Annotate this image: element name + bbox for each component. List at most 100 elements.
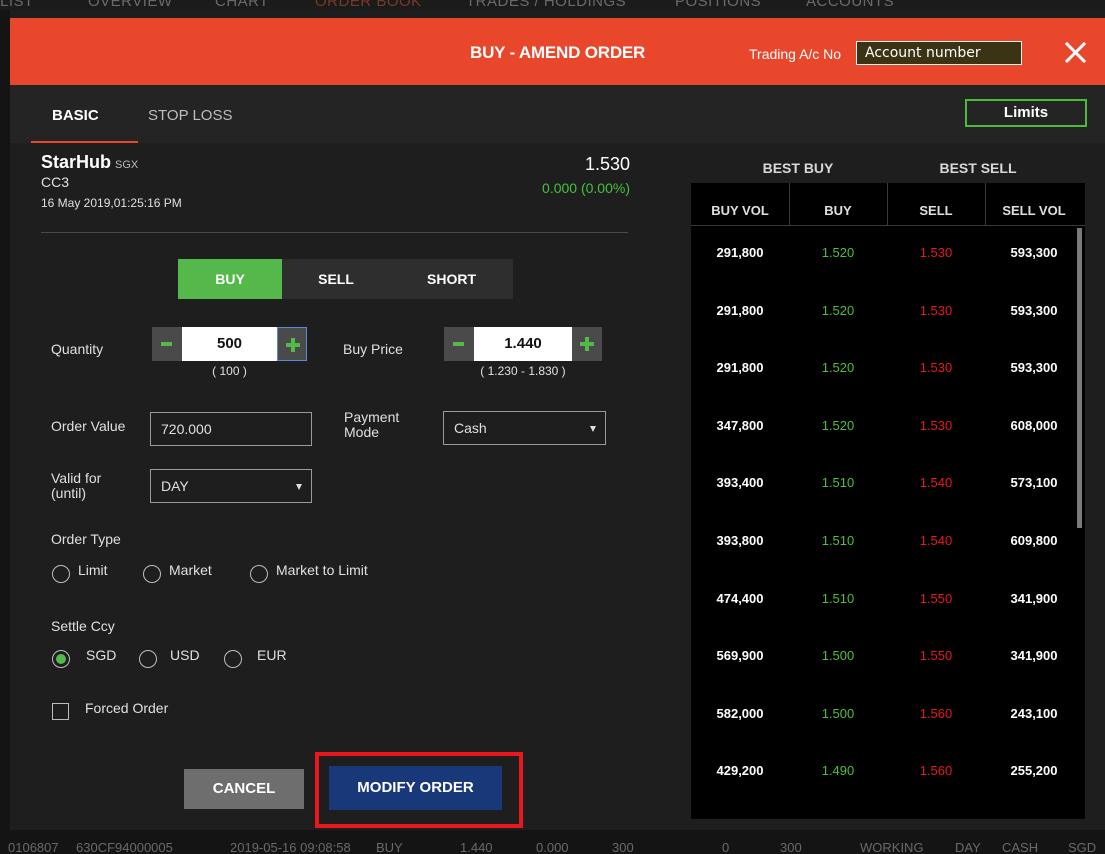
order-book-cell-sell[interactable]: 1.540 [887, 533, 985, 548]
bg-tab-positions[interactable]: POSITIONS [675, 0, 761, 10]
order-book-cell-buy-vol[interactable]: 582,000 [691, 706, 789, 721]
tab-stop-loss[interactable]: STOP LOSS [148, 107, 233, 124]
cancel-button[interactable]: CANCEL [184, 769, 304, 809]
background-left-strip [0, 10, 10, 830]
bg-tab-chart[interactable]: CHART [215, 0, 269, 10]
quantity-input[interactable]: 500 [182, 327, 277, 361]
order-book-cell-buy-vol[interactable]: 347,800 [691, 418, 789, 433]
side-sell-button[interactable]: SELL [282, 259, 390, 299]
payment-mode-select[interactable]: Cash [443, 411, 606, 445]
bg-cell: 300 [612, 840, 634, 854]
tab-basic[interactable]: BASIC [52, 107, 99, 124]
settle-ccy-usd-radio[interactable] [139, 650, 157, 668]
order-book-cell-sell-vol[interactable]: 593,300 [985, 360, 1083, 375]
order-book-cell-buy-vol[interactable]: 429,200 [691, 763, 789, 778]
buy-price-input[interactable]: 1.440 [474, 327, 572, 361]
order-book-cell-sell[interactable]: 1.560 [887, 706, 985, 721]
order-book-cell-buy-vol[interactable]: 291,800 [691, 245, 789, 260]
order-book-cell-buy[interactable]: 1.520 [789, 245, 887, 260]
quantity-decrement-button[interactable] [152, 327, 182, 361]
price-change: 0.000 (0.00%) [542, 180, 630, 196]
settle-ccy-eur-label[interactable]: EUR [257, 648, 287, 663]
order-book-cell-buy[interactable]: 1.500 [789, 648, 887, 663]
background-order-row: 0106807 630CF94000005 2019-05-16 09:08:5… [0, 830, 1105, 854]
order-book-cell-sell-vol[interactable]: 255,200 [985, 763, 1083, 778]
order-book-cell-sell[interactable]: 1.540 [887, 475, 985, 490]
forced-order-checkbox[interactable] [52, 703, 69, 720]
order-book-cell-buy-vol[interactable]: 474,400 [691, 591, 789, 606]
header-divider [691, 225, 1085, 226]
order-book-cell-sell-vol[interactable]: 243,100 [985, 706, 1083, 721]
settle-ccy-eur-radio[interactable] [224, 650, 242, 668]
order-book-cell-sell-vol[interactable]: 341,900 [985, 591, 1083, 606]
col-buy: BUY [824, 203, 852, 218]
bg-cell: BUY [376, 840, 403, 854]
settle-ccy-sgd-radio[interactable] [52, 650, 70, 668]
order-book-cell-buy-vol[interactable]: 291,800 [691, 360, 789, 375]
trading-account-field[interactable]: Account number [856, 41, 1022, 65]
minus-icon [161, 342, 172, 346]
order-book-cell-buy[interactable]: 1.520 [789, 418, 887, 433]
settle-ccy-usd-label[interactable]: USD [170, 648, 200, 663]
bg-tab-order-book[interactable]: ORDER BOOK [315, 0, 422, 10]
order-book-cell-buy[interactable]: 1.490 [789, 763, 887, 778]
settle-ccy-sgd-label[interactable]: SGD [86, 648, 116, 663]
order-book-cell-sell-vol[interactable]: 593,300 [985, 303, 1083, 318]
order-book-cell-sell[interactable]: 1.530 [887, 360, 985, 375]
order-type-market-to-limit-radio[interactable] [250, 565, 268, 583]
order-book-cell-sell[interactable]: 1.560 [887, 763, 985, 778]
bg-tab-accounts[interactable]: ACCOUNTS [806, 0, 894, 10]
order-book-cell-buy[interactable]: 1.510 [789, 475, 887, 490]
order-book-cell-sell-vol[interactable]: 608,000 [985, 418, 1083, 433]
dialog-title-bar: BUY - AMEND ORDER Trading A/c No Account… [10, 18, 1105, 85]
limits-button[interactable]: Limits [965, 99, 1087, 127]
order-book-cell-sell-vol[interactable]: 341,900 [985, 648, 1083, 663]
order-type-market-radio[interactable] [143, 565, 161, 583]
dialog-title: BUY - AMEND ORDER [470, 43, 646, 62]
price-range-hint: ( 1.230 - 1.830 ) [480, 364, 566, 378]
order-book-cell-buy-vol[interactable]: 291,800 [691, 303, 789, 318]
bg-cell: 300 [780, 840, 802, 854]
order-type-market-label[interactable]: Market [169, 563, 212, 578]
order-book-cell-sell-vol[interactable]: 609,800 [985, 533, 1083, 548]
order-book-cell-buy[interactable]: 1.520 [789, 360, 887, 375]
price-decrement-button[interactable] [444, 327, 474, 361]
order-value-field[interactable]: 720.000 [150, 412, 312, 446]
bg-cell: 2019-05-16 09:08:58 [230, 840, 351, 854]
order-book-cell-buy-vol[interactable]: 393,400 [691, 475, 789, 490]
order-book-scrollbar[interactable] [1077, 228, 1082, 528]
order-book-cell-sell[interactable]: 1.550 [887, 591, 985, 606]
bg-cell: WORKING [860, 840, 924, 854]
buy-price-label: Buy Price [343, 341, 403, 357]
column-separator [789, 183, 790, 225]
bg-tab-trades-holdings[interactable]: TRADES / HOLDINGS [466, 0, 626, 10]
side-buy-button[interactable]: BUY [178, 259, 282, 299]
close-icon[interactable] [1060, 38, 1090, 68]
order-book-cell-sell[interactable]: 1.530 [887, 303, 985, 318]
quantity-increment-button[interactable] [277, 327, 307, 361]
col-sell: SELL [919, 203, 953, 218]
order-book-cell-buy[interactable]: 1.510 [789, 533, 887, 548]
order-book-cell-buy-vol[interactable]: 393,800 [691, 533, 789, 548]
order-book-cell-buy[interactable]: 1.500 [789, 706, 887, 721]
quantity-label: Quantity [51, 341, 104, 357]
order-type-limit-label[interactable]: Limit [78, 563, 108, 578]
price-increment-button[interactable] [572, 327, 602, 361]
forced-order-label[interactable]: Forced Order [85, 701, 168, 716]
order-book-cell-buy-vol[interactable]: 569,900 [691, 648, 789, 663]
order-book-cell-sell-vol[interactable]: 593,300 [985, 245, 1083, 260]
quantity-lot-hint: ( 100 ) [212, 364, 247, 378]
bg-tab-list[interactable]: LIST [0, 0, 34, 10]
order-book-cell-sell-vol[interactable]: 573,100 [985, 475, 1083, 490]
order-book-cell-sell[interactable]: 1.550 [887, 648, 985, 663]
order-type-limit-radio[interactable] [52, 565, 70, 583]
order-book-cell-buy[interactable]: 1.520 [789, 303, 887, 318]
order-book-cell-sell[interactable]: 1.530 [887, 245, 985, 260]
side-short-button[interactable]: SHORT [390, 259, 513, 299]
order-book-cell-sell[interactable]: 1.530 [887, 418, 985, 433]
bg-tab-overview[interactable]: OVERVIEW [88, 0, 173, 10]
order-type-market-to-limit-label[interactable]: Market to Limit [276, 563, 368, 578]
bg-cell: DAY [955, 840, 981, 854]
order-book-cell-buy[interactable]: 1.510 [789, 591, 887, 606]
validity-select[interactable]: DAY [150, 469, 312, 503]
